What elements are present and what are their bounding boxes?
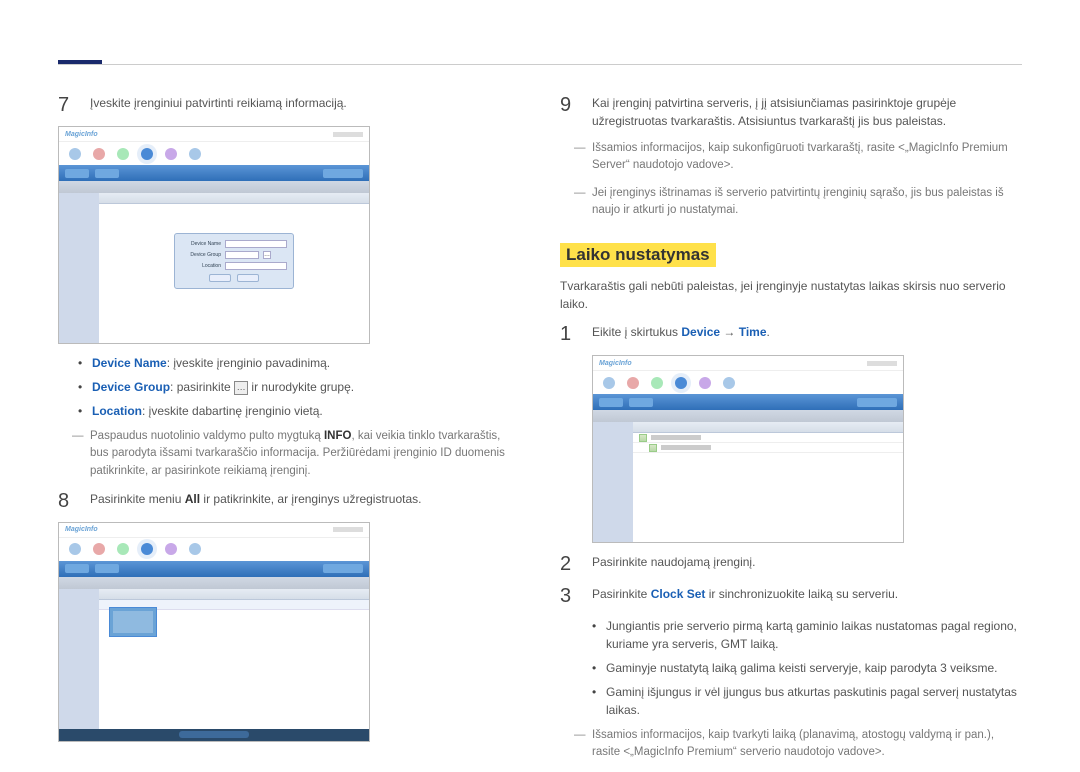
- txt2: ir patikrinkite, ar įrenginys užregistru…: [200, 492, 421, 506]
- step-2-time: 2 Pasirinkite naudojamą įrenginį.: [560, 553, 1022, 575]
- screenshot-device-all: MagicInfo: [58, 522, 370, 742]
- txt: : įveskite įrenginio pavadinimą.: [167, 356, 330, 370]
- bullet-gmt: Jungiantis prie serverio pirmą kartą gam…: [592, 617, 1022, 653]
- txt: : įveskite dabartinę įrenginio vietą.: [142, 404, 323, 418]
- more-icon: …: [234, 381, 248, 395]
- txt2: .: [767, 325, 770, 339]
- right-column: 9 Kai įrenginį patvirtina serveris, į jį…: [560, 94, 1022, 772]
- step-text: Pasirinkite meniu All ir patikrinkite, a…: [90, 490, 520, 512]
- step-text: Pasirinkite naudojamą įrenginį.: [592, 553, 1022, 575]
- step-text: Įveskite įrenginiui patvirtinti reikiamą…: [90, 94, 520, 116]
- note-9b: Jei įrenginys ištrinamas iš serverio pat…: [592, 185, 1022, 220]
- note-pre: Paspaudus nuotolinio valdymo pulto mygtu…: [90, 430, 324, 442]
- step-text: Eikite į skirtukus Device → Time.: [592, 323, 1022, 345]
- kw2: Time: [739, 325, 767, 339]
- bullet-change: Gaminyje nustatytą laiką galima keisti s…: [592, 659, 1022, 677]
- left-column: 7 Įveskite įrenginiui patvirtinti reikia…: [58, 94, 520, 772]
- header-rule: [58, 64, 1022, 65]
- screenshot-device-approval: MagicInfo Device Name Device Group… Loca…: [58, 126, 370, 344]
- kw: Device Group: [92, 380, 170, 394]
- section-heading-time: Laiko nustatymas: [560, 243, 716, 267]
- time-bullets: Jungiantis prie serverio pirmą kartą gam…: [592, 617, 1022, 719]
- kw: Clock Set: [651, 587, 706, 601]
- step-number: 2: [560, 553, 576, 575]
- txt2: ir nurodykite grupę.: [248, 380, 354, 394]
- intro-text: Tvarkaraštis gali nebūti paleistas, jei …: [560, 277, 1022, 313]
- txt: Eikite į skirtukus: [592, 325, 681, 339]
- step-number: 8: [58, 490, 74, 512]
- step-number: 1: [560, 323, 576, 345]
- content-columns: 7 Įveskite įrenginiui patvirtinti reikia…: [58, 94, 1022, 772]
- note-9a: Išsamios informacijos, kaip sukonfigūruo…: [592, 140, 1022, 175]
- step-text: Kai įrenginį patvirtina serveris, į jį a…: [592, 94, 1022, 130]
- arrow: →: [720, 325, 739, 339]
- note-end: Išsamios informacijos, kaip tvarkyti lai…: [592, 727, 1022, 762]
- kw: All: [185, 492, 200, 506]
- step-7: 7 Įveskite įrenginiui patvirtinti reikia…: [58, 94, 520, 116]
- note-step7: Paspaudus nuotolinio valdymo pulto mygtu…: [90, 428, 520, 480]
- bullet-restore: Gaminį išjungus ir vėl įjungus bus atkur…: [592, 683, 1022, 719]
- shot-logo: MagicInfo: [65, 526, 98, 533]
- kw1: Device: [681, 325, 720, 339]
- step-3-time: 3 Pasirinkite Clock Set ir sinchronizuok…: [560, 585, 1022, 607]
- txt: Pasirinkite meniu: [90, 492, 185, 506]
- approval-dialog: Device Name Device Group… Location: [174, 233, 294, 289]
- bullet-device-name: Device Name: įveskite įrenginio pavadini…: [78, 354, 520, 372]
- bullet-location: Location: įveskite dabartinę įrenginio v…: [78, 402, 520, 420]
- device-thumbnail: [109, 607, 157, 637]
- step7-bullets: Device Name: įveskite įrenginio pavadini…: [78, 354, 520, 420]
- note-bold: INFO: [324, 430, 351, 442]
- shot-logo: MagicInfo: [65, 131, 98, 138]
- txt2: ir sinchronizuokite laiką su serveriu.: [705, 587, 898, 601]
- kw: Location: [92, 404, 142, 418]
- step-number: 9: [560, 94, 576, 130]
- step-9: 9 Kai įrenginį patvirtina serveris, į jį…: [560, 94, 1022, 130]
- shot-logo: MagicInfo: [599, 360, 632, 367]
- step-8: 8 Pasirinkite meniu All ir patikrinkite,…: [58, 490, 520, 512]
- screenshot-device-time: MagicInfo: [592, 355, 904, 543]
- bullet-device-group: Device Group: pasirinkite … ir nurodykit…: [78, 378, 520, 396]
- kw: Device Name: [92, 356, 167, 370]
- txt: Pasirinkite: [592, 587, 651, 601]
- step-1-time: 1 Eikite į skirtukus Device → Time.: [560, 323, 1022, 345]
- txt: : pasirinkite: [170, 380, 234, 394]
- step-text: Pasirinkite Clock Set ir sinchronizuokit…: [592, 585, 1022, 607]
- step-number: 3: [560, 585, 576, 607]
- step-number: 7: [58, 94, 74, 116]
